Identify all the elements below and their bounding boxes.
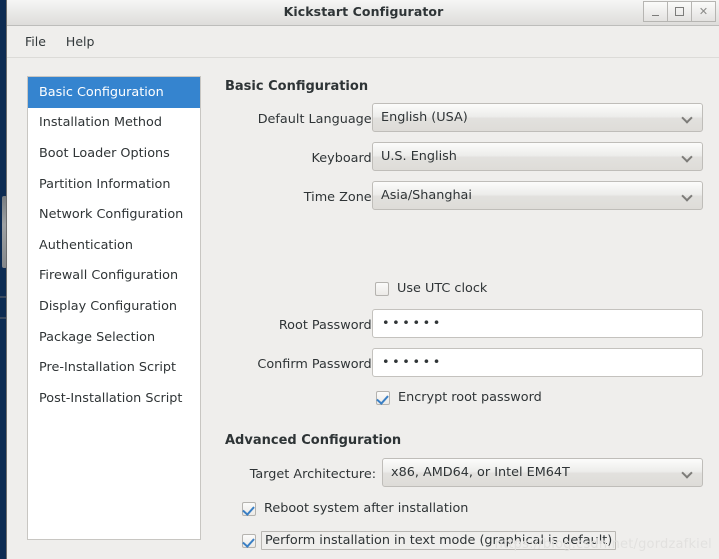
time-zone-label: Time Zone: — [303, 190, 376, 205]
close-icon: ✕ — [698, 5, 709, 18]
reboot-after-installation-label: Reboot system after installation — [264, 501, 469, 516]
sidebar-item-authentication[interactable]: Authentication — [28, 230, 200, 261]
chevron-down-icon — [682, 151, 694, 163]
minimize-icon — [652, 14, 659, 16]
basic-configuration-heading: Basic Configuration — [225, 79, 369, 94]
default-language-label: Default Language: — [257, 112, 376, 127]
window-title: Kickstart Configurator — [283, 4, 444, 19]
reboot-after-installation-checkbox-row[interactable]: Reboot system after installation — [242, 501, 468, 516]
sidebar-item-installation-method[interactable]: Installation Method — [28, 108, 200, 139]
sidebar-item-pre-installation-script[interactable]: Pre-Installation Script — [28, 352, 200, 383]
minimize-button[interactable] — [643, 1, 668, 22]
default-language-value: English (USA) — [381, 110, 468, 125]
text-mode-installation-checkbox-row[interactable]: Perform installation in text mode (graph… — [242, 531, 617, 550]
title-bar: Kickstart Configurator ✕ — [7, 0, 719, 26]
root-password-label: Root Password: — [278, 318, 376, 333]
encrypt-root-password-label: Encrypt root password — [398, 390, 542, 405]
sidebar-item-network-configuration[interactable]: Network Configuration — [28, 199, 200, 230]
menu-item-help[interactable]: Help — [58, 31, 103, 52]
window-content: Basic Configuration Installation Method … — [7, 58, 719, 559]
checkbox-icon-checked[interactable] — [242, 501, 256, 516]
chevron-down-icon — [682, 467, 694, 479]
main-panel: Basic Configuration Default Language: En… — [212, 58, 719, 559]
target-architecture-label: Target Architecture: — [249, 467, 376, 482]
navigation-sidebar[interactable]: Basic Configuration Installation Method … — [27, 76, 201, 540]
maximize-button[interactable] — [667, 1, 692, 22]
checkbox-icon-checked[interactable] — [242, 533, 256, 548]
advanced-configuration-heading: Advanced Configuration — [225, 433, 402, 448]
menu-bar: File Help — [7, 26, 719, 58]
time-zone-dropdown[interactable]: Asia/Shanghai — [372, 181, 703, 210]
chevron-down-icon — [682, 190, 694, 202]
use-utc-clock-label: Use UTC clock — [397, 281, 488, 296]
sidebar-item-firewall-configuration[interactable]: Firewall Configuration — [28, 261, 200, 292]
sidebar-item-post-installation-script[interactable]: Post-Installation Script — [28, 383, 200, 414]
target-architecture-value: x86, AMD64, or Intel EM64T — [391, 465, 570, 480]
checkbox-icon-checked[interactable] — [376, 390, 390, 405]
confirm-password-label: Confirm Password: — [257, 357, 376, 372]
keyboard-dropdown[interactable]: U.S. English — [372, 142, 703, 171]
sidebar-item-display-configuration[interactable]: Display Configuration — [28, 291, 200, 322]
application-window: Kickstart Configurator ✕ File Help Basic… — [6, 0, 719, 559]
keyboard-label: Keyboard: — [311, 151, 376, 166]
chevron-down-icon — [682, 112, 694, 124]
menu-item-file[interactable]: File — [17, 31, 54, 52]
sidebar-item-boot-loader-options[interactable]: Boot Loader Options — [28, 138, 200, 169]
text-mode-installation-label: Perform installation in text mode (graph… — [261, 531, 617, 550]
default-language-dropdown[interactable]: English (USA) — [372, 103, 703, 132]
use-utc-clock-checkbox-row[interactable]: Use UTC clock — [375, 281, 487, 296]
encrypt-root-password-checkbox-row[interactable]: Encrypt root password — [376, 390, 542, 405]
sidebar-item-package-selection[interactable]: Package Selection — [28, 322, 200, 353]
maximize-icon — [675, 7, 684, 16]
root-password-input[interactable]: •••••• — [372, 309, 703, 338]
confirm-password-input[interactable]: •••••• — [372, 348, 703, 377]
sidebar-item-basic-configuration[interactable]: Basic Configuration — [28, 77, 200, 108]
close-button[interactable]: ✕ — [691, 1, 716, 22]
checkbox-icon-unchecked[interactable] — [375, 281, 389, 296]
time-zone-value: Asia/Shanghai — [381, 188, 472, 203]
sidebar-item-partition-information[interactable]: Partition Information — [28, 169, 200, 200]
target-architecture-dropdown[interactable]: x86, AMD64, or Intel EM64T — [382, 458, 703, 487]
window-controls: ✕ — [643, 1, 716, 22]
keyboard-value: U.S. English — [381, 149, 457, 164]
screen: Kickstart Configurator ✕ File Help Basic… — [0, 0, 719, 559]
